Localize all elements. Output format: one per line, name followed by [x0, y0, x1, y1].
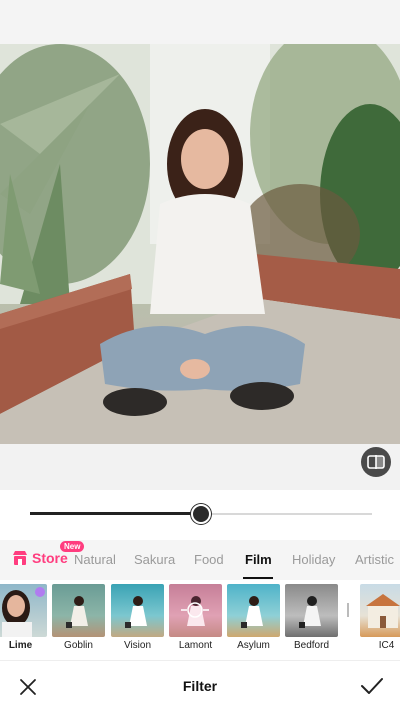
slider-handle[interactable]: [191, 504, 211, 524]
store-button[interactable]: Store: [12, 550, 68, 566]
compare-icon: [367, 455, 385, 469]
filter-label: Goblin: [64, 640, 93, 651]
bottom-bar: Filter: [0, 660, 400, 711]
compare-button[interactable]: [361, 447, 391, 477]
group-divider: [347, 603, 349, 617]
tab-food[interactable]: Food: [194, 552, 224, 567]
filter-label: Asylum: [237, 640, 270, 651]
filter-thumbnail: [360, 584, 400, 637]
store-icon: [13, 551, 27, 565]
filter-thumbnail: [169, 584, 222, 637]
canvas-background: [0, 444, 400, 490]
tab-artistic[interactable]: Artistic: [355, 552, 394, 567]
category-tabs: Store New Natural Sakura Food Film Holid…: [0, 540, 400, 580]
filter-label: Lamont: [178, 640, 213, 651]
filter-thumbnail: [52, 584, 105, 637]
tab-sakura[interactable]: Sakura: [134, 552, 175, 567]
filter-thumbnail: [0, 584, 47, 637]
photo-preview: [0, 44, 400, 444]
top-bar: [0, 0, 400, 44]
filter-goblin[interactable]: Goblin: [52, 584, 105, 651]
filter-thumbnail: [285, 584, 338, 637]
filter-vision[interactable]: Vision: [111, 584, 164, 651]
tab-holiday[interactable]: Holiday: [292, 552, 335, 567]
active-tab-indicator: [243, 577, 273, 579]
intensity-slider[interactable]: [30, 503, 372, 525]
new-badge: New: [60, 541, 85, 552]
store-label: Store: [32, 550, 68, 566]
filter-label: Vision: [123, 640, 152, 651]
tab-film[interactable]: Film: [245, 552, 272, 567]
screen-title: Filter: [182, 678, 218, 694]
filter-thumbnail: [111, 584, 164, 637]
filter-ic4[interactable]: IC4: [360, 584, 400, 651]
tab-natural[interactable]: Natural: [74, 552, 116, 567]
checkmark-icon: [361, 678, 383, 694]
filter-label: Lime: [8, 640, 33, 651]
filter-list: Lime Goblin Vision Lamont Asylum Bedford…: [0, 584, 400, 660]
filter-thumbnail: [227, 584, 280, 637]
filter-asylum[interactable]: Asylum: [227, 584, 280, 651]
confirm-button[interactable]: [358, 673, 386, 699]
filter-lamont[interactable]: Lamont: [169, 584, 222, 651]
filter-bedford[interactable]: Bedford: [285, 584, 338, 651]
filter-label: IC4: [378, 640, 395, 651]
filter-lime[interactable]: Lime: [0, 584, 47, 651]
filter-label: Bedford: [293, 640, 330, 651]
slider-fill: [30, 512, 201, 515]
